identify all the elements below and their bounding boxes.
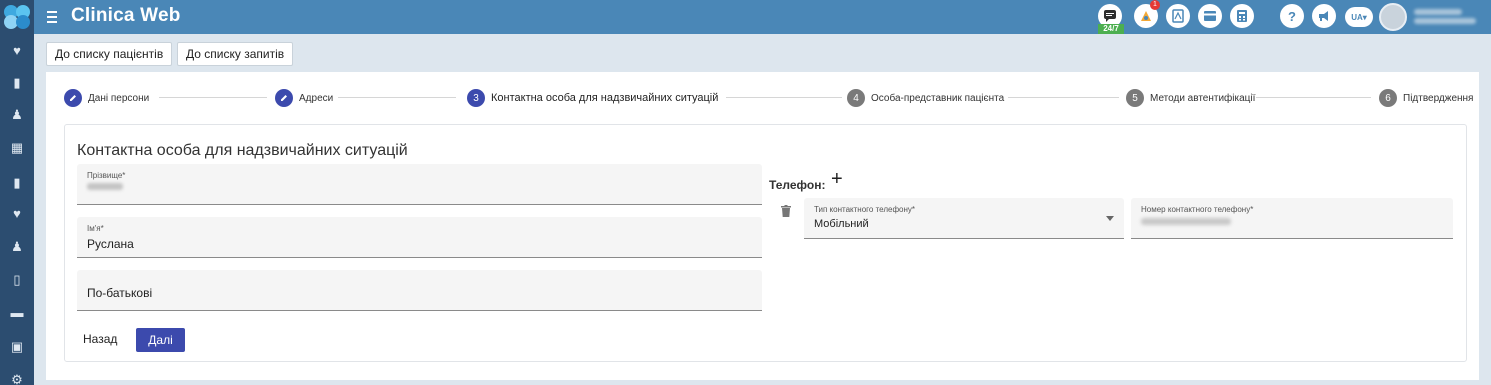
back-to-requests-button[interactable]: До списку запитів <box>177 42 294 66</box>
step-done-icon <box>275 89 293 107</box>
announcements-icon[interactable] <box>1312 4 1336 28</box>
settings-icon[interactable]: ⚙ <box>9 372 25 385</box>
step-number: 6 <box>1379 89 1397 107</box>
phone-type-select[interactable]: Тип контактного телефону* Мобільний <box>804 198 1124 239</box>
app-logo[interactable] <box>0 0 34 34</box>
nav-bar: До списку пацієнтів До списку запитів <box>34 34 1491 72</box>
step-label: Особа-представник пацієнта <box>871 92 1005 104</box>
app-title: Clinica Web <box>71 5 181 26</box>
sidebar: ♥ ▮ ♟ ▦ ▮ ♥ ♟ ▯ ▬ ▣ ⚙ <box>0 34 34 385</box>
surname-label: Прізвище* <box>87 171 126 180</box>
step-done-icon <box>64 89 82 107</box>
form-title: Контактна особа для надзвичайних ситуаці… <box>77 142 408 159</box>
user-avatar[interactable] <box>1379 3 1407 31</box>
first-name-field[interactable]: Ім'я* Руслана <box>77 217 762 258</box>
step-patient-representative[interactable]: 4 Особа-представник пацієнта <box>847 89 1004 107</box>
language-label: UA <box>1351 12 1363 22</box>
step-confirmation[interactable]: 6 Підтвердження <box>1379 89 1473 107</box>
menu-toggle-icon[interactable] <box>44 8 60 24</box>
stepper-connector <box>338 97 456 98</box>
user-name-redacted[interactable] <box>1414 6 1484 28</box>
calendar-icon[interactable]: ▦ <box>9 140 25 156</box>
add-phone-button[interactable]: + <box>831 169 843 189</box>
book-icon[interactable]: ▯ <box>9 272 25 288</box>
delete-phone-icon[interactable] <box>781 205 791 217</box>
step-label: Дані персони <box>88 92 150 104</box>
phone-type-label: Тип контактного телефону* <box>814 205 916 214</box>
back-to-patients-button[interactable]: До списку пацієнтів <box>46 42 173 66</box>
stepper-connector <box>159 97 267 98</box>
stepper-connector <box>726 97 842 98</box>
phone-type-value: Мобільний <box>814 218 869 230</box>
help-icon[interactable]: ? <box>1280 4 1304 28</box>
file-icon[interactable]: ▮ <box>9 175 25 191</box>
patronymic-field[interactable]: По-батькові <box>77 270 762 311</box>
stepper-connector <box>1008 97 1119 98</box>
back-button[interactable]: Назад <box>83 332 117 346</box>
step-label: Адреси <box>299 92 334 104</box>
step-authentication-methods[interactable]: 5 Методи автентифікації <box>1126 89 1255 107</box>
surname-value-redacted <box>87 183 123 190</box>
calculator-icon[interactable] <box>1230 4 1254 28</box>
phone-number-label: Номер контактного телефону* <box>1141 205 1254 214</box>
money-icon[interactable]: ▣ <box>9 339 25 355</box>
top-bar: Clinica Web 24/7 1 ? UA ▾ <box>0 0 1491 34</box>
heart-icon[interactable]: ♥ <box>9 43 25 59</box>
document-icon[interactable]: ▮ <box>9 75 25 91</box>
payment-card-icon[interactable] <box>1198 4 1222 28</box>
step-number: 3 <box>467 89 485 107</box>
phone-number-value-redacted <box>1141 218 1231 225</box>
users-icon[interactable]: ♟ <box>9 239 25 255</box>
heartbeat-icon[interactable]: ♥ <box>9 206 25 222</box>
folder-icon[interactable]: ▬ <box>9 305 25 321</box>
user-icon[interactable]: ♟ <box>9 107 25 123</box>
chevron-down-icon <box>1106 216 1114 221</box>
notification-count-badge: 1 <box>1150 0 1160 10</box>
main-panel: Дані персони Адреси 3 Контактна особа дл… <box>46 72 1479 380</box>
pdf-icon[interactable] <box>1166 4 1190 28</box>
first-name-value: Руслана <box>87 237 134 251</box>
first-name-label: Ім'я* <box>87 224 104 233</box>
emergency-contact-form: Контактна особа для надзвичайних ситуаці… <box>64 124 1467 362</box>
step-personal-data[interactable]: Дані персони <box>64 89 149 107</box>
phone-section-title: Телефон: <box>769 178 826 192</box>
phone-number-field[interactable]: Номер контактного телефону* <box>1131 198 1453 239</box>
step-emergency-contact[interactable]: 3 Контактна особа для надзвичайних ситуа… <box>467 89 718 107</box>
step-number: 4 <box>847 89 865 107</box>
language-selector[interactable]: UA ▾ <box>1345 7 1373 27</box>
stepper-connector <box>1256 97 1371 98</box>
support-24-7-badge: 24/7 <box>1098 24 1124 34</box>
step-number: 5 <box>1126 89 1144 107</box>
surname-field[interactable]: Прізвище* <box>77 164 762 205</box>
step-label: Підтвердження <box>1403 92 1474 104</box>
step-addresses[interactable]: Адреси <box>275 89 333 107</box>
step-label: Контактна особа для надзвичайних ситуаці… <box>491 92 719 104</box>
next-button[interactable]: Далі <box>136 328 185 352</box>
step-label: Методи автентифікації <box>1150 92 1256 104</box>
patronymic-placeholder: По-батькові <box>87 286 153 300</box>
